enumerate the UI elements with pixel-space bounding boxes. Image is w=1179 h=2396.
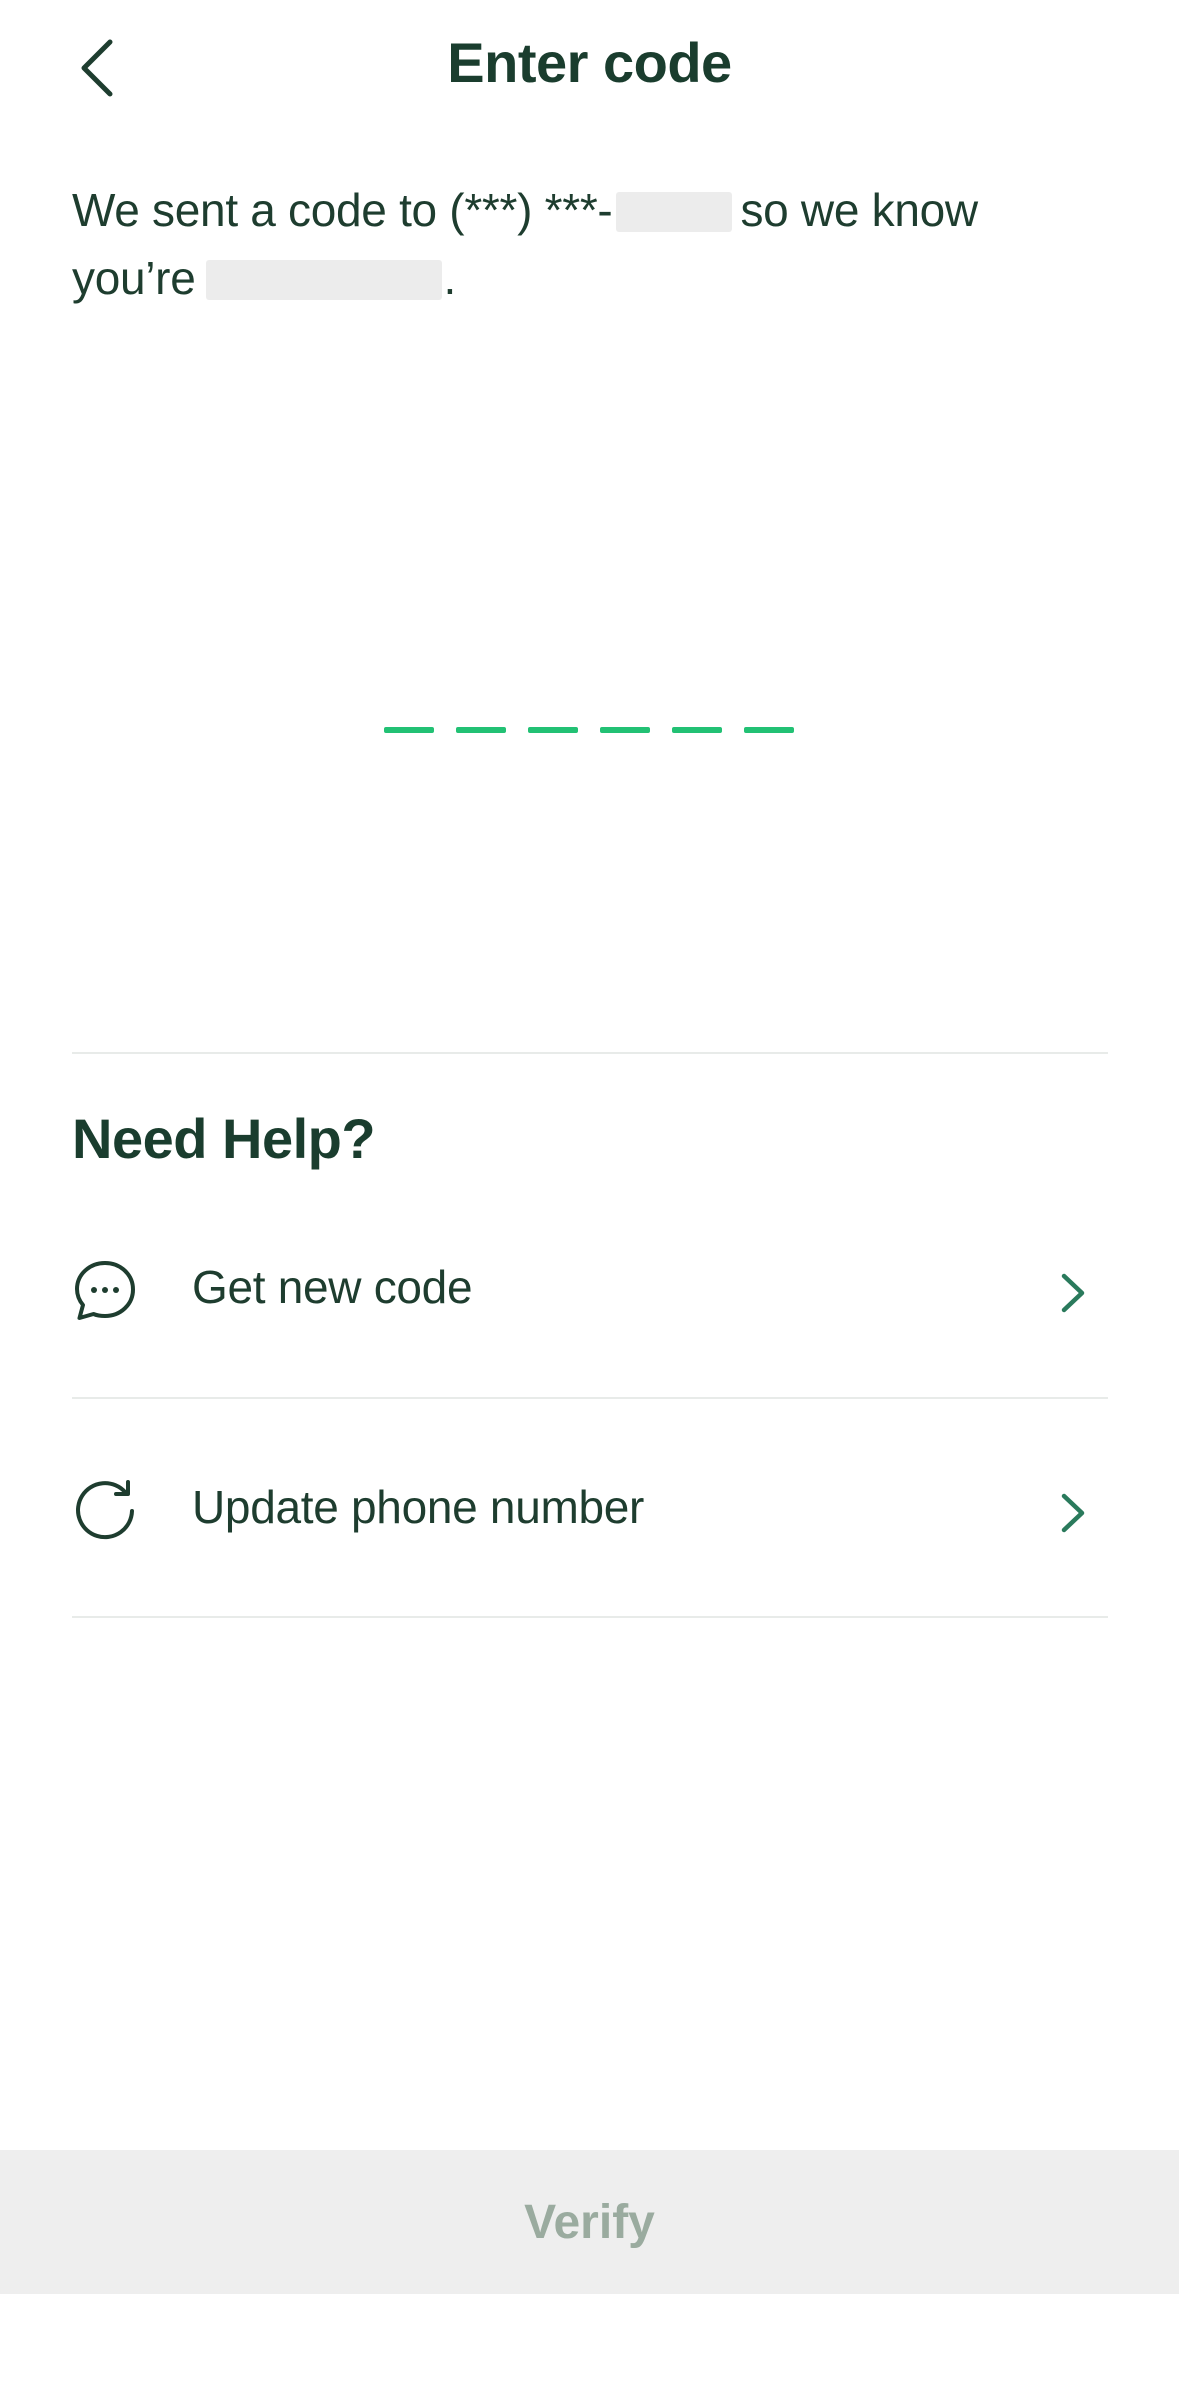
update-phone-number-label: Update phone number: [192, 1481, 645, 1533]
chevron-right-icon: [1061, 1493, 1085, 1533]
code-digit-slot[interactable]: [744, 700, 794, 760]
code-input[interactable]: [384, 700, 804, 760]
code-digit-slot[interactable]: [456, 700, 506, 760]
redacted-user-name: [205, 260, 442, 300]
header: Enter code: [0, 0, 1179, 140]
code-digit-slot[interactable]: [672, 700, 722, 760]
message-text-end: .: [443, 252, 457, 304]
code-digit-slot[interactable]: [600, 700, 650, 760]
update-phone-number-item[interactable]: Update phone number: [72, 1450, 1108, 1570]
message-text-start: We sent a code to (***) ***-: [72, 184, 613, 236]
code-digit-slot[interactable]: [384, 700, 434, 760]
code-digit-slot[interactable]: [528, 700, 578, 760]
refresh-icon: [76, 1480, 134, 1540]
verify-button[interactable]: Verify: [0, 2150, 1179, 2294]
verification-message: We sent a code to (***) ***- so we know y…: [72, 176, 1112, 312]
help-section-title: Need Help?: [72, 1107, 376, 1170]
divider: [72, 1052, 1108, 1054]
chat-bubble-icon: [75, 1261, 135, 1320]
chevron-right-icon: [1061, 1273, 1085, 1313]
divider: [72, 1397, 1108, 1399]
divider: [72, 1616, 1108, 1618]
page-title: Enter code: [447, 31, 732, 94]
get-new-code-label: Get new code: [192, 1261, 473, 1313]
get-new-code-item[interactable]: Get new code: [72, 1230, 1108, 1350]
redacted-phone-digits: [616, 192, 733, 232]
